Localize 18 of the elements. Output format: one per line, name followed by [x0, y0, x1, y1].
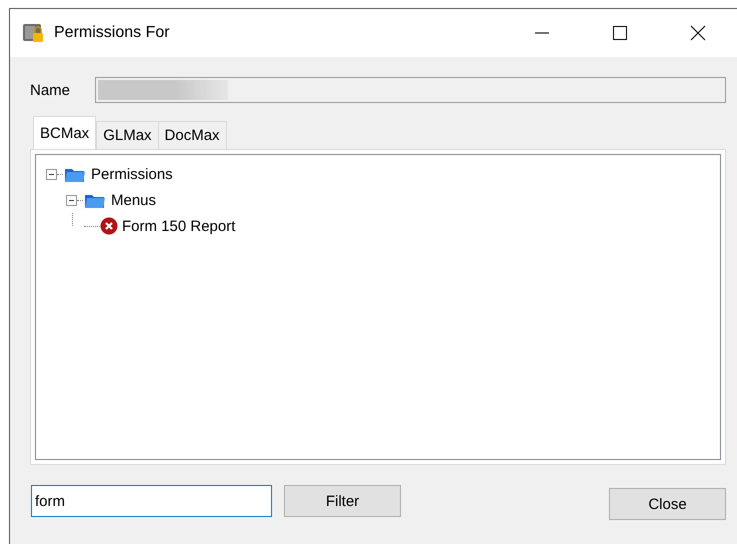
- close-dialog-button[interactable]: Close: [609, 488, 726, 520]
- tab[interactable]: GLMax: [96, 121, 159, 149]
- safe-icon: [22, 22, 44, 44]
- tab[interactable]: DocMax: [158, 121, 227, 149]
- tree-item[interactable]: Form 150 Report: [122, 218, 236, 234]
- maximize-icon[interactable]: [612, 25, 628, 41]
- collapse-icon[interactable]: [66, 194, 77, 206]
- tab[interactable]: BCMax: [33, 116, 96, 149]
- error-icon: [100, 217, 118, 235]
- name-field[interactable]: [95, 77, 726, 103]
- tree-item[interactable]: Permissions: [91, 166, 173, 182]
- collapse-icon[interactable]: [46, 168, 57, 180]
- filter-button[interactable]: Filter: [284, 485, 401, 517]
- window-title: Permissions For: [54, 24, 171, 42]
- tree-item[interactable]: Menus: [111, 192, 156, 208]
- filter-field[interactable]: form: [31, 485, 272, 517]
- close-icon[interactable]: [690, 25, 706, 41]
- name-label: Name: [30, 82, 72, 98]
